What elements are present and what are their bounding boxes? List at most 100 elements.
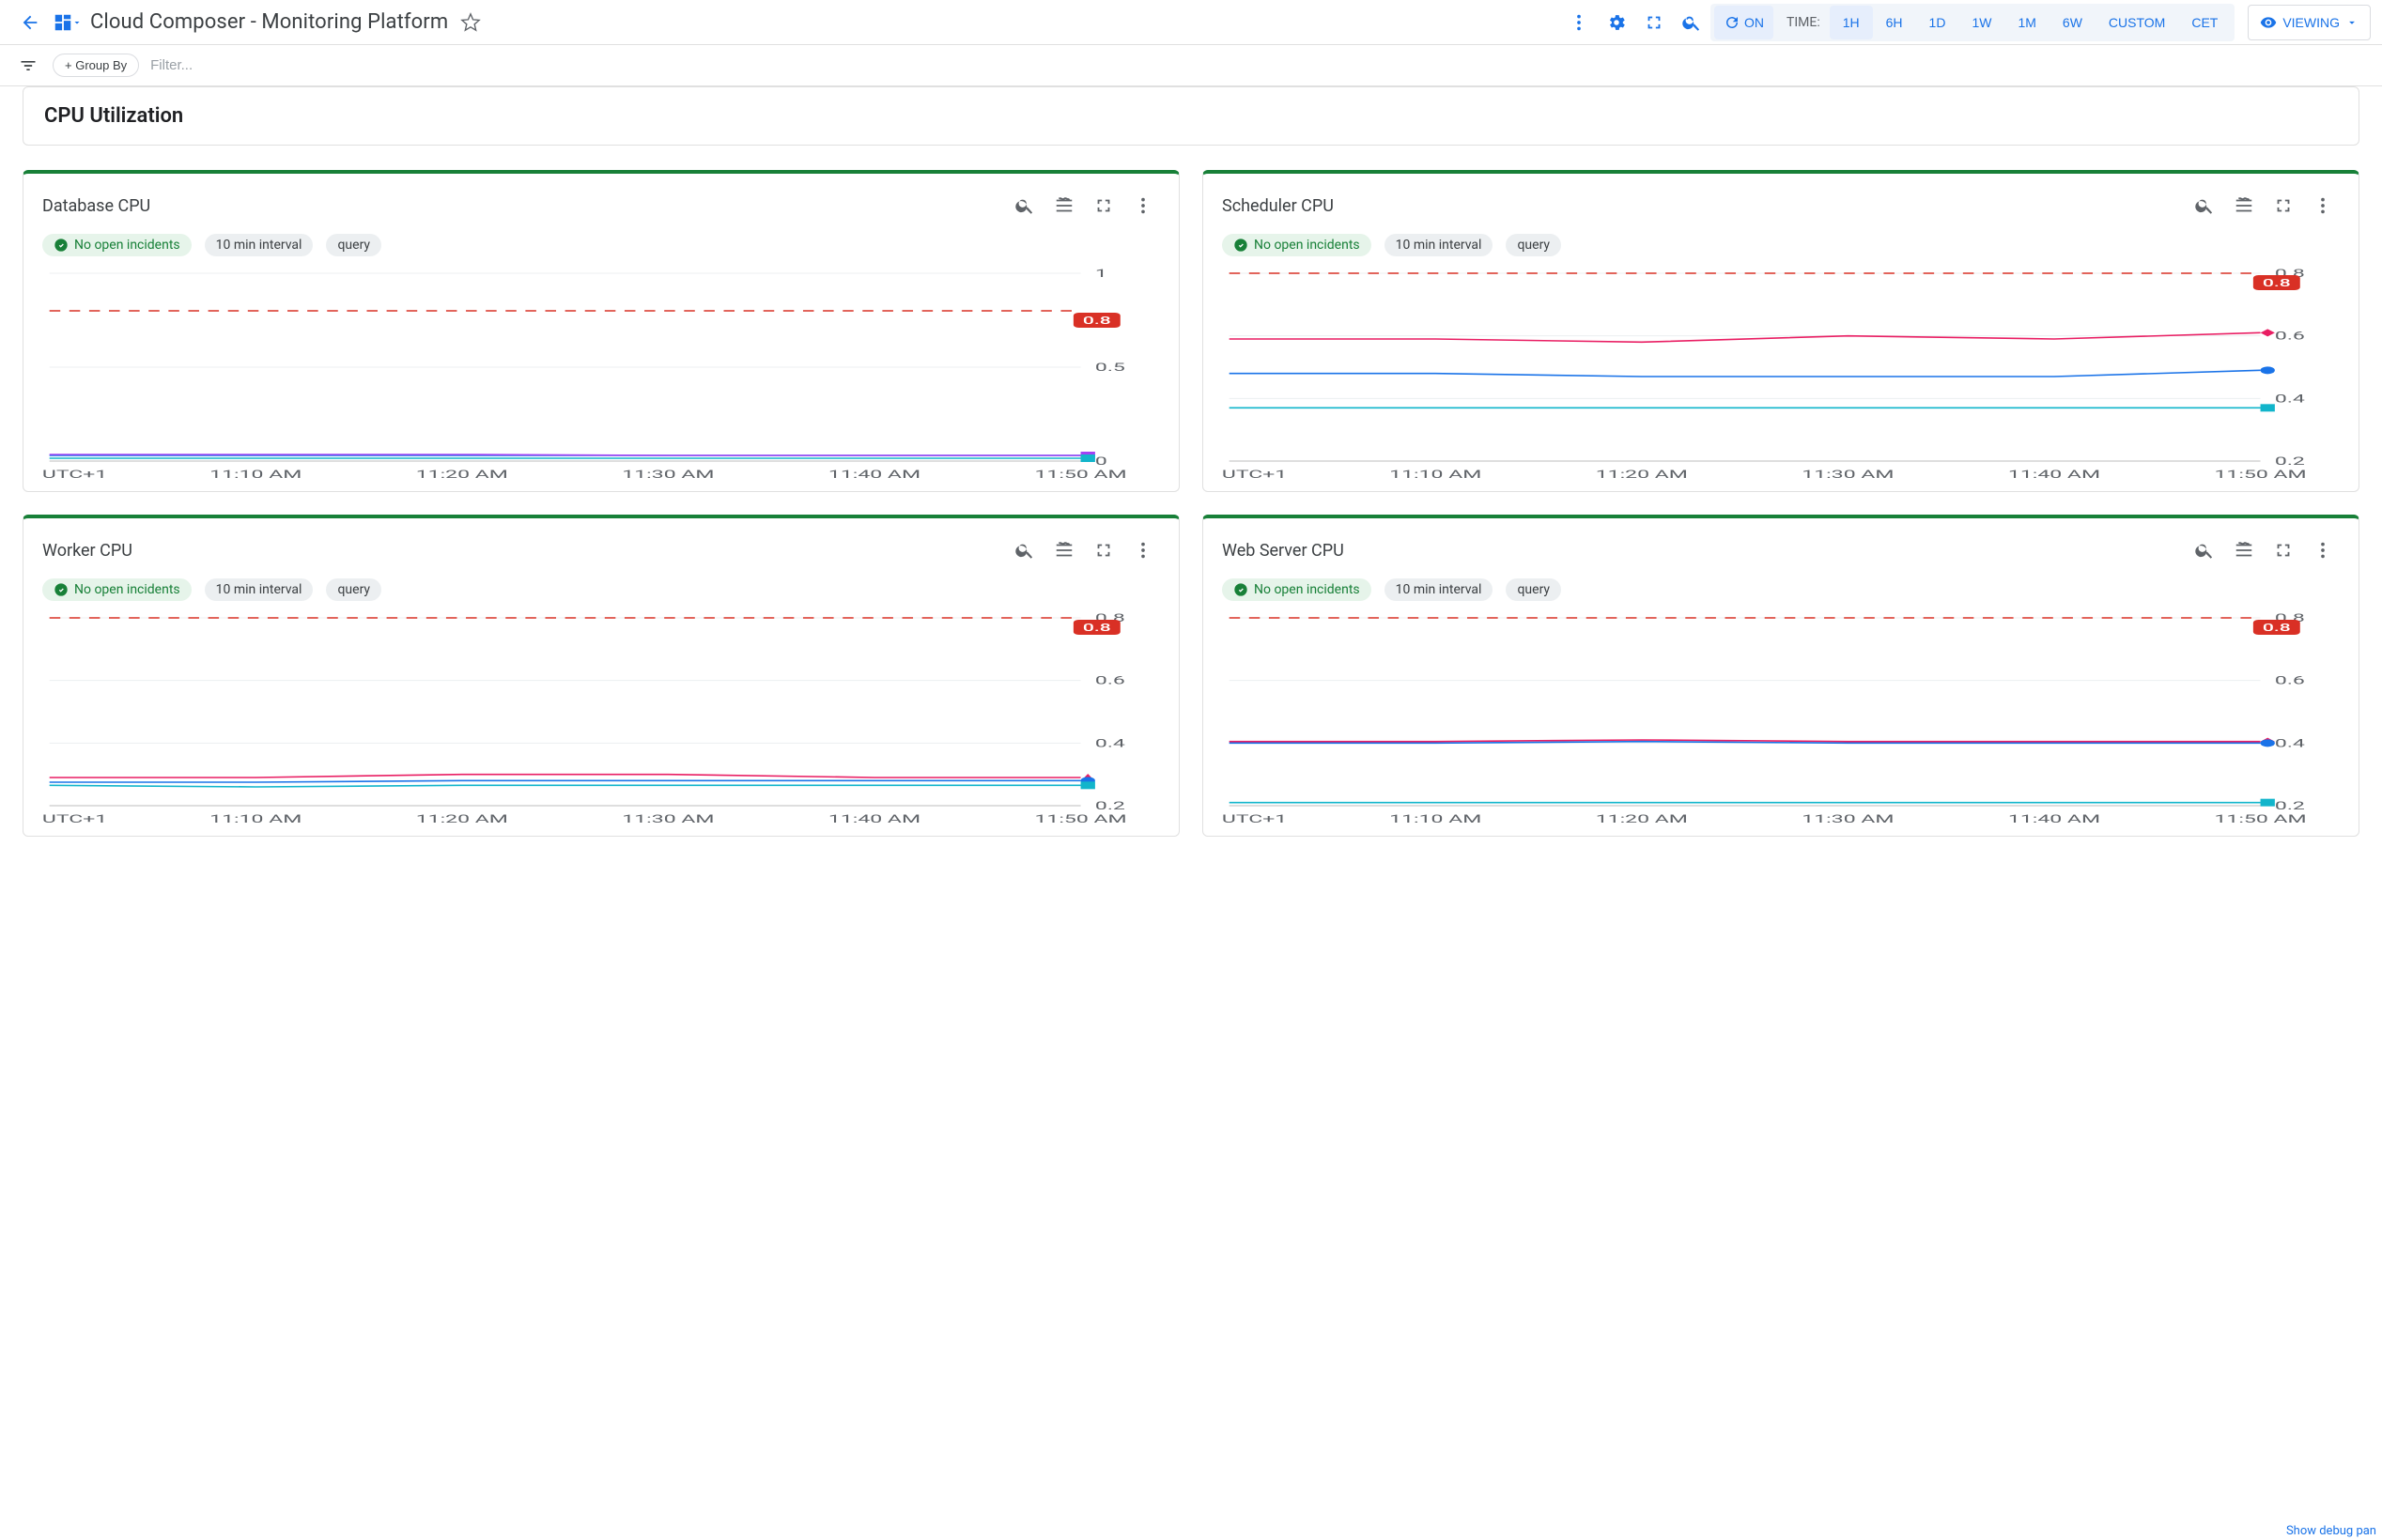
dashboard-selector-button[interactable] (49, 4, 86, 41)
incident-text: No open incidents (74, 238, 180, 253)
chart-legend-button[interactable] (2227, 189, 2261, 223)
cards-grid: Database CPUNo open incidents10 min inte… (23, 170, 2359, 837)
chart-more-button[interactable] (2306, 189, 2340, 223)
chart-plot[interactable]: 0.20.40.60.80.8UTC+111:10 AM11:20 AM11:3… (42, 612, 1160, 828)
eye-icon (2260, 14, 2277, 31)
y-tick-label: 0.4 (1095, 737, 1125, 750)
x-tick-label: 11:20 AM (416, 469, 508, 482)
page-title: Cloud Composer - Monitoring Platform (90, 10, 448, 34)
refresh-icon (1724, 14, 1740, 31)
chart-zoom-button[interactable] (2188, 189, 2221, 223)
group-by-chip[interactable]: + Group By (53, 54, 139, 77)
chart-card-worker_cpu: Worker CPU No open incidents 10 min interv… (23, 515, 1180, 837)
chart-plot[interactable]: 0.20.40.60.80.8UTC+111:10 AM11:20 AM11:3… (1222, 268, 2340, 484)
time-range-custom[interactable]: CUSTOM (2096, 6, 2178, 39)
filter-list-icon (19, 56, 38, 75)
zoom-reset-icon (1014, 540, 1035, 561)
interval-badge[interactable]: 10 min interval (205, 578, 314, 601)
y-tick-label: 0.6 (1095, 674, 1125, 687)
zoom-reset-icon (1681, 12, 1702, 33)
filter-menu-button[interactable] (11, 49, 45, 83)
more-vert-icon (2312, 540, 2333, 561)
chart-zoom-button[interactable] (2188, 533, 2221, 567)
more-vert-icon (1133, 540, 1153, 561)
time-range-1m[interactable]: 1M (2004, 6, 2049, 39)
threshold-label: 0.8 (1083, 315, 1111, 327)
chart-fullscreen-button[interactable] (2266, 189, 2300, 223)
threshold-label: 0.8 (2263, 622, 2291, 634)
interval-badge[interactable]: 10 min interval (205, 234, 314, 256)
chart-more-button[interactable] (1126, 189, 1160, 223)
viewing-mode-button[interactable]: VIEWING (2248, 5, 2371, 40)
x-tick-label: 11:50 AM (1034, 469, 1126, 482)
query-badge[interactable]: query (1506, 234, 1561, 256)
chart-plot[interactable]: 00.510.8UTC+111:10 AM11:20 AM11:30 AM11:… (42, 268, 1160, 484)
y-tick-label: 0.4 (2275, 737, 2305, 750)
x-tick-label: 11:30 AM (1802, 813, 1894, 826)
section-title: CPU Utilization (44, 104, 2338, 128)
chart-fullscreen-button[interactable] (1087, 533, 1121, 567)
range-buttons: 1H6H1D1W1M6WCUSTOMCET (1830, 6, 2232, 39)
time-range-1h[interactable]: 1H (1830, 6, 1873, 39)
chart-title: Web Server CPU (1222, 541, 1344, 561)
interval-badge[interactable]: 10 min interval (1384, 234, 1493, 256)
check-circle-icon (54, 238, 69, 253)
chart-plot[interactable]: 0.20.40.60.80.8UTC+111:10 AM11:20 AM11:3… (1222, 612, 2340, 828)
time-range-6h[interactable]: 6H (1873, 6, 1916, 39)
fullscreen-button[interactable] (1635, 4, 1673, 41)
chart-zoom-button[interactable] (1008, 189, 1042, 223)
more-options-button[interactable] (1560, 4, 1598, 41)
star-outline-icon (460, 12, 481, 33)
chart-legend-button[interactable] (2227, 533, 2261, 567)
chart-fullscreen-button[interactable] (1087, 189, 1121, 223)
chart-more-button[interactable] (1126, 533, 1160, 567)
time-range-1d[interactable]: 1D (1916, 6, 1959, 39)
time-range-cet[interactable]: CET (2178, 6, 2231, 39)
reset-zoom-button[interactable] (1673, 4, 1710, 41)
x-tick-label: 11:30 AM (1802, 469, 1894, 482)
chart-fullscreen-button[interactable] (2266, 533, 2300, 567)
y-tick-label: 1 (1095, 268, 1107, 280)
arrow-left-icon (20, 12, 40, 33)
y-tick-label: 0 (1095, 455, 1107, 469)
incident-badge[interactable]: No open incidents (42, 234, 192, 256)
chart-more-button[interactable] (2306, 533, 2340, 567)
interval-badge[interactable]: 10 min interval (1384, 578, 1493, 601)
auto-refresh-toggle[interactable]: ON (1714, 6, 1773, 39)
query-badge[interactable]: query (326, 234, 381, 256)
more-vert-icon (1569, 12, 1589, 33)
x-tick-label: 11:50 AM (1034, 813, 1126, 826)
incident-badge[interactable]: No open incidents (1222, 234, 1371, 256)
dashboard-icon (53, 12, 73, 33)
chart-title: Worker CPU (42, 541, 132, 561)
incident-badge[interactable]: No open incidents (42, 578, 192, 601)
back-button[interactable] (11, 4, 49, 41)
favorite-button[interactable] (454, 6, 487, 39)
filter-input[interactable] (147, 57, 2371, 73)
x-tick-label: UTC+1 (42, 813, 107, 826)
x-tick-label: 11:40 AM (828, 469, 920, 482)
legend-icon (2234, 195, 2254, 216)
settings-button[interactable] (1598, 4, 1635, 41)
query-badge[interactable]: query (326, 578, 381, 601)
zoom-reset-icon (2194, 540, 2215, 561)
caret-down-icon (2345, 16, 2359, 29)
time-range-1w[interactable]: 1W (1958, 6, 2004, 39)
x-tick-label: UTC+1 (42, 469, 107, 482)
y-tick-label: 0.2 (1095, 800, 1125, 813)
y-tick-label: 0.5 (1095, 362, 1125, 375)
x-tick-label: 11:10 AM (209, 813, 302, 826)
x-tick-label: 11:20 AM (1596, 813, 1688, 826)
chart-legend-button[interactable] (1047, 533, 1081, 567)
chart-card-scheduler_cpu: Scheduler CPUNo open incidents10 min int… (1202, 170, 2359, 492)
incident-badge[interactable]: No open incidents (1222, 578, 1371, 601)
chart-legend-button[interactable] (1047, 189, 1081, 223)
chart-zoom-button[interactable] (1008, 533, 1042, 567)
show-debug-panel-link[interactable]: Show debug pan (2286, 1524, 2376, 1538)
time-range-bar: ON TIME: 1H6H1D1W1M6WCUSTOMCET (1710, 4, 2235, 41)
query-badge[interactable]: query (1506, 578, 1561, 601)
y-tick-label: 0.6 (2275, 330, 2305, 343)
time-range-6w[interactable]: 6W (2049, 6, 2096, 39)
y-tick-label: 0.2 (2275, 800, 2305, 813)
caret-down-icon (71, 17, 83, 28)
